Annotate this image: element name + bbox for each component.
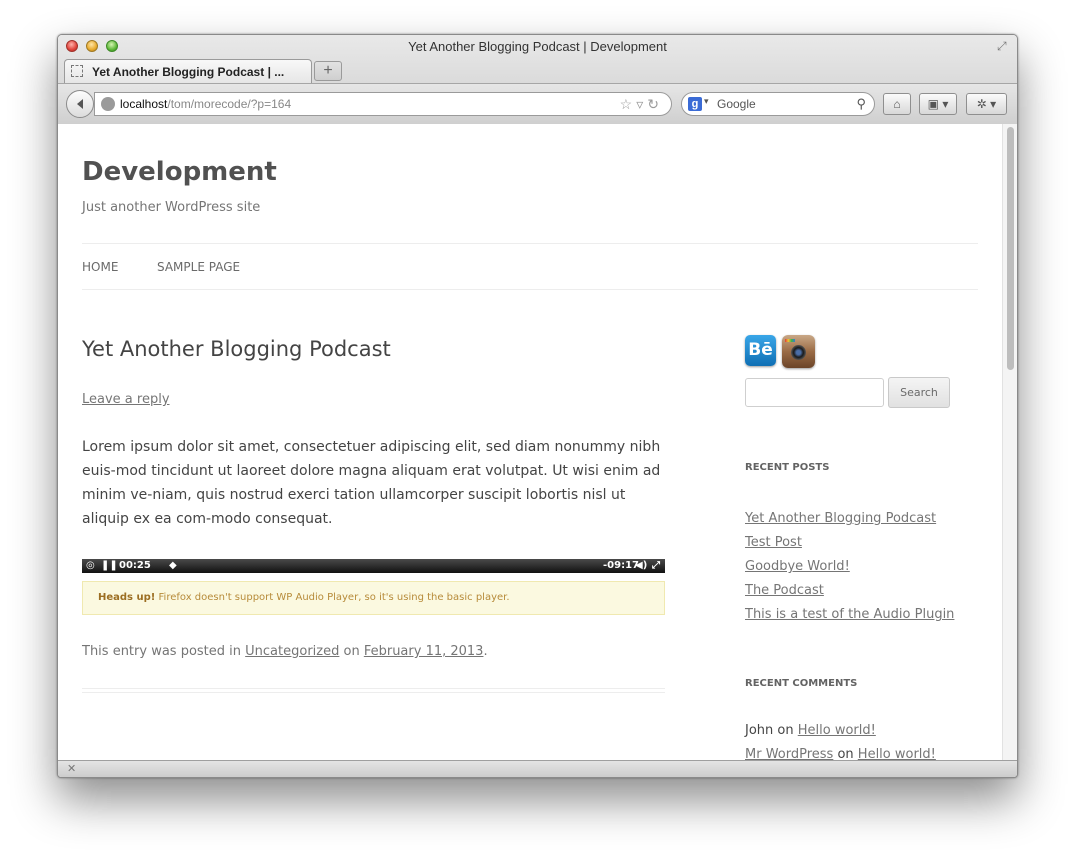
elapsed-time: 00:25: [119, 560, 151, 571]
main-navigation: HOME SAMPLE PAGE: [82, 243, 978, 290]
meta-on: on: [339, 644, 364, 659]
behance-icon[interactable]: Bē: [745, 335, 776, 366]
sidebar-search-input[interactable]: [745, 378, 884, 407]
url-host: localhost: [120, 97, 168, 111]
instagram-icon[interactable]: [782, 335, 815, 368]
search-icon[interactable]: ⚲: [856, 96, 866, 112]
comment-post-link[interactable]: Hello world!: [858, 747, 936, 760]
close-addon-bar-icon[interactable]: ✕: [67, 762, 76, 775]
recent-comments-title: RECENT COMMENTS: [745, 678, 858, 689]
url-bar[interactable]: localhost/tom/morecode/?p=164 ☆▿↻: [94, 92, 672, 116]
tab-active[interactable]: Yet Another Blogging Podcast | ...: [64, 59, 312, 83]
site-description: Just another WordPress site: [82, 200, 261, 215]
recent-posts-list: Yet Another Blogging Podcast Test Post G…: [745, 507, 954, 627]
globe-icon: [101, 97, 115, 111]
comment-item: Mr WordPress on Hello world!: [745, 747, 936, 760]
volume-toggle-icon[interactable]: ◎: [86, 560, 95, 571]
history-dropdown-icon[interactable]: ▿: [636, 96, 647, 112]
back-arrow-icon: [77, 99, 83, 109]
url-bar-icons: ☆▿↻: [620, 96, 663, 113]
titlebar: Yet Another Blogging Podcast | Developme…: [58, 35, 1017, 124]
recent-post-link[interactable]: Yet Another Blogging Podcast: [745, 507, 954, 531]
comment-item: John on Hello world!: [745, 723, 876, 738]
home-button[interactable]: ⌂: [883, 93, 911, 115]
comment-post-link[interactable]: Hello world!: [798, 723, 876, 738]
entry-meta: This entry was posted in Uncategorized o…: [82, 644, 488, 659]
tab-label: Yet Another Blogging Podcast | ...: [92, 65, 285, 79]
remaining-time: -09:17: [603, 560, 639, 571]
recent-posts-title: RECENT POSTS: [745, 462, 830, 473]
comment-on: on: [833, 747, 858, 760]
heads-up-label: Heads up!: [98, 592, 156, 603]
site-title[interactable]: Development: [82, 157, 277, 187]
engine-dropdown-icon[interactable]: ▾: [704, 96, 709, 107]
back-button[interactable]: [66, 90, 94, 118]
recent-post-link[interactable]: This is a test of the Audio Plugin: [745, 603, 954, 627]
meta-prefix: This entry was posted in: [82, 644, 246, 659]
blank-page-icon: [71, 65, 83, 77]
category-link[interactable]: Uncategorized: [245, 644, 339, 659]
new-tab-button[interactable]: +: [314, 61, 342, 81]
audio-player[interactable]: ◎ ❚❚ 00:25 ◆ -09:17 ◀) ⤢: [82, 559, 665, 573]
bookmark-star-icon[interactable]: ☆: [620, 96, 637, 112]
post-title: Yet Another Blogging Podcast: [82, 337, 391, 361]
browser-window: Yet Another Blogging Podcast | Developme…: [57, 34, 1018, 778]
post-body: Lorem ipsum dolor sit amet, consectetuer…: [82, 439, 661, 527]
pause-icon[interactable]: ❚❚: [101, 560, 118, 571]
navigation-toolbar: localhost/tom/morecode/?p=164 ☆▿↻ g ▾ Go…: [58, 83, 1017, 124]
reload-icon[interactable]: ↻: [647, 96, 663, 112]
comment-author: John: [745, 723, 774, 738]
heads-up-notice: Heads up! Firefox doesn't support WP Aud…: [82, 581, 665, 615]
fullscreen-icon[interactable]: ⤢: [997, 39, 1011, 53]
extensions-button[interactable]: ✲ ▾: [966, 93, 1007, 115]
meta-end: .: [483, 644, 488, 659]
search-bar[interactable]: g ▾ Google ⚲: [681, 92, 875, 116]
home-icon: ⌂: [893, 97, 901, 111]
bookmarks-button[interactable]: ▣ ▾: [919, 93, 957, 115]
speaker-icon[interactable]: ◀): [635, 560, 647, 571]
leave-reply-link[interactable]: Leave a reply: [82, 392, 170, 407]
sidebar-search-button[interactable]: Search: [888, 377, 950, 408]
seek-handle-icon[interactable]: ◆: [169, 560, 177, 571]
status-bar: ✕: [58, 760, 1017, 777]
recent-post-link[interactable]: Test Post: [745, 531, 954, 555]
vertical-scrollbar[interactable]: [1002, 124, 1017, 760]
post-divider: [82, 688, 665, 693]
recent-post-link[interactable]: The Podcast: [745, 579, 954, 603]
heads-up-text: Firefox doesn't support WP Audio Player,…: [155, 592, 510, 603]
nav-item-home[interactable]: HOME: [82, 260, 118, 274]
window-title: Yet Another Blogging Podcast | Developme…: [408, 39, 667, 54]
url-text[interactable]: localhost/tom/morecode/?p=164: [120, 97, 291, 111]
extension-icon: ✲ ▾: [976, 97, 997, 111]
google-icon[interactable]: g: [688, 97, 702, 111]
comment-author-link[interactable]: Mr WordPress: [745, 747, 833, 760]
search-placeholder: Google: [717, 97, 756, 111]
fullscreen-player-icon[interactable]: ⤢: [652, 560, 660, 571]
recent-post-link[interactable]: Goodbye World!: [745, 555, 954, 579]
date-link[interactable]: February 11, 2013: [364, 644, 484, 659]
url-path: /tom/morecode/?p=164: [167, 97, 292, 111]
comment-on: on: [773, 723, 798, 738]
page-content: Development Just another WordPress site …: [58, 124, 1017, 760]
scrollbar-thumb[interactable]: [1007, 127, 1014, 370]
bookmarks-icon: ▣ ▾: [927, 97, 949, 111]
nav-item-sample-page[interactable]: SAMPLE PAGE: [157, 260, 240, 274]
